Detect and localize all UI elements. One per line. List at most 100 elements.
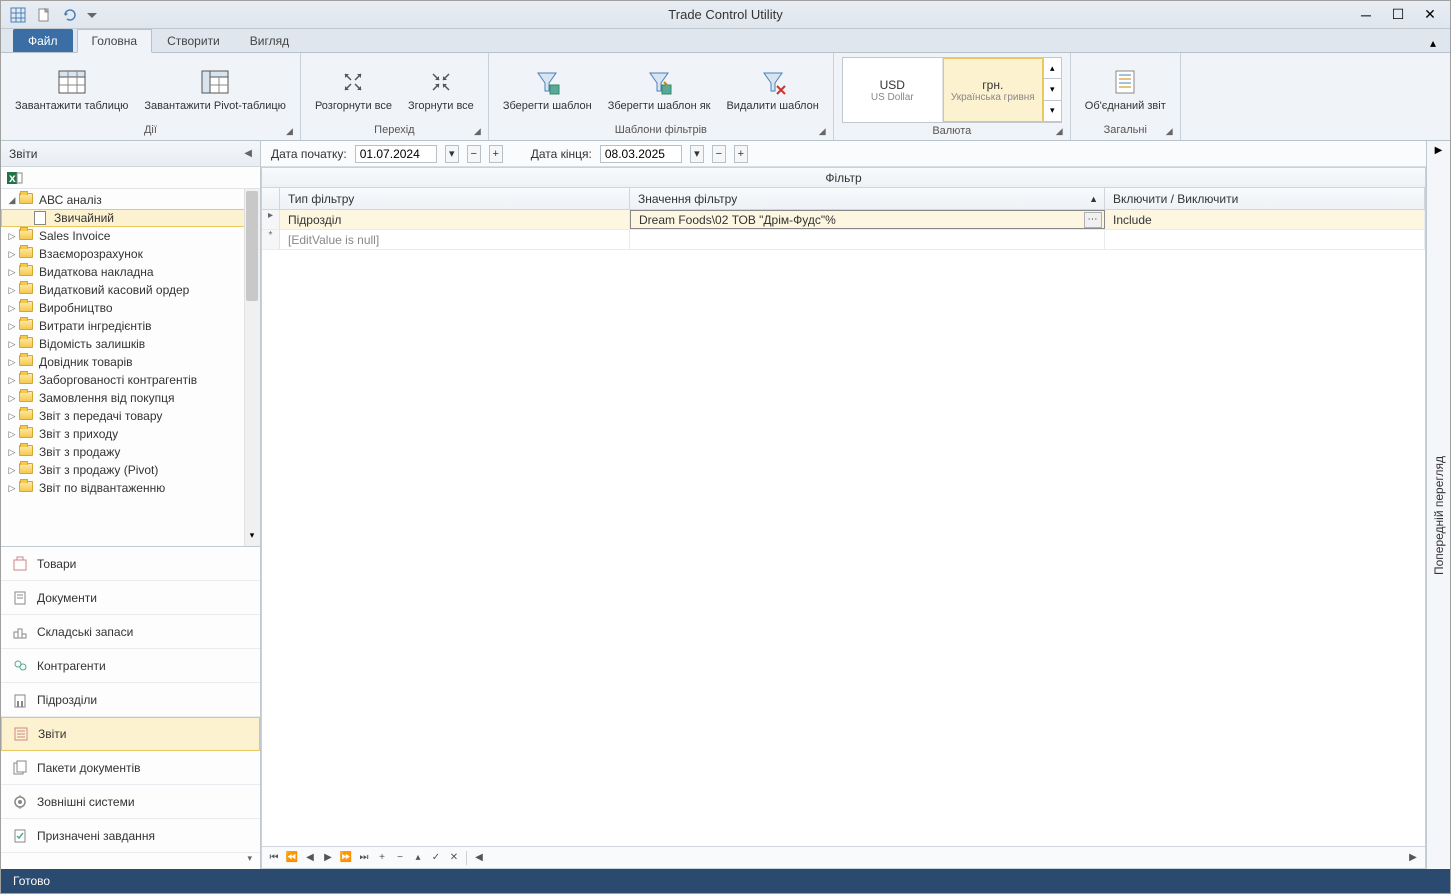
preview-expand-icon[interactable]: ▶ <box>1430 145 1448 163</box>
tree-folder[interactable]: ▷Звіт з приходу <box>1 425 260 443</box>
nav-item[interactable]: Пакети документів <box>1 751 260 785</box>
excel-icon[interactable]: x <box>7 171 23 185</box>
preview-label[interactable]: Попередній перегляд <box>1432 416 1446 615</box>
tree-folder[interactable]: ▷Взаєморозрахунок <box>1 245 260 263</box>
tab-create[interactable]: Створити <box>152 29 235 52</box>
expander-closed-icon[interactable]: ▷ <box>5 429 19 440</box>
nav-item[interactable]: Контрагенти <box>1 649 260 683</box>
tree-folder[interactable]: ▷Sales Invoice <box>1 227 260 245</box>
cell-value[interactable]: Dream Foods\02 ТОВ "Дрім-Фудс"% ⋯ <box>630 210 1105 229</box>
expander-closed-icon[interactable]: ▷ <box>5 483 19 494</box>
group-launcher-icon[interactable]: ◢ <box>474 126 486 138</box>
grid-col-type[interactable]: Тип фільтру <box>280 188 630 209</box>
date-plus-button[interactable]: + <box>489 145 503 163</box>
load-table-button[interactable]: Завантажити таблицю <box>9 64 134 115</box>
tree-folder[interactable]: ▷Звіт з продажу (Pivot) <box>1 461 260 479</box>
nav-scroll-right-icon[interactable]: ▶ <box>1405 850 1421 866</box>
grid-new-row[interactable]: * [EditValue is null] <box>262 230 1425 250</box>
sidebar-collapse-icon[interactable]: ◀ <box>244 148 252 159</box>
expander-closed-icon[interactable]: ▷ <box>5 303 19 314</box>
date-end-input[interactable] <box>600 145 682 163</box>
tree-folder[interactable]: ▷Звіт з передачі товару <box>1 407 260 425</box>
save-template-button[interactable]: Зберегти шаблон <box>497 64 598 115</box>
tree-folder[interactable]: ▷Звіт по відвантаженню <box>1 479 260 497</box>
nav-nextpage-icon[interactable]: ⏩ <box>338 850 354 866</box>
grid-row[interactable]: ▸ Підрозділ Dream Foods\02 ТОВ "Дрім-Фуд… <box>262 210 1425 230</box>
load-pivot-button[interactable]: Завантажити Pivot-таблицю <box>138 64 292 115</box>
tree-folder-abc[interactable]: ◢ АВС аналіз <box>1 191 260 209</box>
cell-include[interactable]: Include <box>1105 210 1425 229</box>
tab-view[interactable]: Вигляд <box>235 29 304 52</box>
tree-folder[interactable]: ▷Довідник товарів <box>1 353 260 371</box>
gallery-more-icon[interactable]: ▾ <box>1044 101 1061 122</box>
collapse-all-button[interactable]: Згорнути все <box>402 64 480 115</box>
date-minus-button[interactable]: − <box>467 145 481 163</box>
date-dropdown-icon[interactable]: ▾ <box>690 145 704 163</box>
group-launcher-icon[interactable]: ◢ <box>1056 126 1068 138</box>
qat-customize-dropdown[interactable] <box>85 4 99 26</box>
expand-all-button[interactable]: Розгорнути все <box>309 64 398 115</box>
nav-first-icon[interactable]: ⏮ <box>266 850 282 866</box>
grid-col-value[interactable]: Значення фільтру▲ <box>630 188 1105 209</box>
qat-refresh-icon[interactable] <box>59 4 81 26</box>
lookup-button-icon[interactable]: ⋯ <box>1084 212 1102 228</box>
nav-item[interactable]: Документи <box>1 581 260 615</box>
scroll-thumb[interactable] <box>246 191 258 301</box>
nav-overflow-icon[interactable]: ▾ <box>1 853 260 869</box>
group-launcher-icon[interactable]: ◢ <box>286 126 298 138</box>
group-launcher-icon[interactable]: ◢ <box>819 126 831 138</box>
expander-closed-icon[interactable]: ▷ <box>5 375 19 386</box>
nav-remove-icon[interactable]: − <box>392 850 408 866</box>
nav-prev-icon[interactable]: ◀ <box>302 850 318 866</box>
nav-add-icon[interactable]: + <box>374 850 390 866</box>
ribbon-collapse-icon[interactable]: ▴ <box>1424 34 1442 52</box>
cell-include-new[interactable] <box>1105 230 1425 249</box>
expander-closed-icon[interactable]: ▷ <box>5 267 19 278</box>
tab-main[interactable]: Головна <box>77 29 153 53</box>
nav-cancel-icon[interactable]: ✕ <box>446 850 462 866</box>
nav-next-icon[interactable]: ▶ <box>320 850 336 866</box>
cell-type-new[interactable]: [EditValue is null] <box>280 230 630 249</box>
nav-scroll-left-icon[interactable]: ◀ <box>471 850 487 866</box>
expander-closed-icon[interactable]: ▷ <box>5 447 19 458</box>
qat-new-icon[interactable] <box>33 4 55 26</box>
currency-uah[interactable]: грн. Українська гривня <box>943 58 1043 122</box>
expander-closed-icon[interactable]: ▷ <box>5 231 19 242</box>
tree-folder[interactable]: ▷Звіт з продажу <box>1 443 260 461</box>
tree-folder[interactable]: ▷Видаткова накладна <box>1 263 260 281</box>
cell-value-new[interactable] <box>630 230 1105 249</box>
expander-closed-icon[interactable]: ▷ <box>5 285 19 296</box>
nav-item[interactable]: Призначені завдання <box>1 819 260 853</box>
tree-scrollbar[interactable]: ▴ ▾ <box>244 189 260 546</box>
tree-folder[interactable]: ▷Витрати інгредієнтів <box>1 317 260 335</box>
date-minus-button[interactable]: − <box>712 145 726 163</box>
grid-col-include[interactable]: Включити / Виключити <box>1105 188 1425 209</box>
currency-usd[interactable]: USD US Dollar <box>843 58 943 122</box>
tree-item-usual[interactable]: Звичайний <box>1 209 260 227</box>
group-launcher-icon[interactable]: ◢ <box>1166 126 1178 138</box>
expander-closed-icon[interactable]: ▷ <box>5 357 19 368</box>
maximize-button[interactable]: ☐ <box>1384 5 1412 25</box>
gallery-down-icon[interactable]: ▾ <box>1044 79 1061 100</box>
date-plus-button[interactable]: + <box>734 145 748 163</box>
tree-folder[interactable]: ▷Видатковий касовий ордер <box>1 281 260 299</box>
nav-edit-icon[interactable]: ▴ <box>410 850 426 866</box>
tree-folder[interactable]: ▷Відомість залишків <box>1 335 260 353</box>
date-dropdown-icon[interactable]: ▾ <box>445 145 459 163</box>
expander-open-icon[interactable]: ◢ <box>5 195 19 206</box>
sort-asc-icon[interactable]: ▲ <box>1089 194 1098 204</box>
qat-grid-icon[interactable] <box>7 4 29 26</box>
cell-type[interactable]: Підрозділ <box>280 210 630 229</box>
expander-closed-icon[interactable]: ▷ <box>5 465 19 476</box>
tree-folder[interactable]: ▷Виробництво <box>1 299 260 317</box>
nav-last-icon[interactable]: ⏭ <box>356 850 372 866</box>
close-button[interactable]: ✕ <box>1416 5 1444 25</box>
expander-closed-icon[interactable]: ▷ <box>5 339 19 350</box>
expander-closed-icon[interactable]: ▷ <box>5 393 19 404</box>
expander-closed-icon[interactable]: ▷ <box>5 249 19 260</box>
nav-prevpage-icon[interactable]: ⏪ <box>284 850 300 866</box>
nav-item[interactable]: Товари <box>1 547 260 581</box>
nav-end-edit-icon[interactable]: ✓ <box>428 850 444 866</box>
tab-file[interactable]: Файл <box>13 29 73 52</box>
scroll-down-icon[interactable]: ▾ <box>244 530 260 546</box>
